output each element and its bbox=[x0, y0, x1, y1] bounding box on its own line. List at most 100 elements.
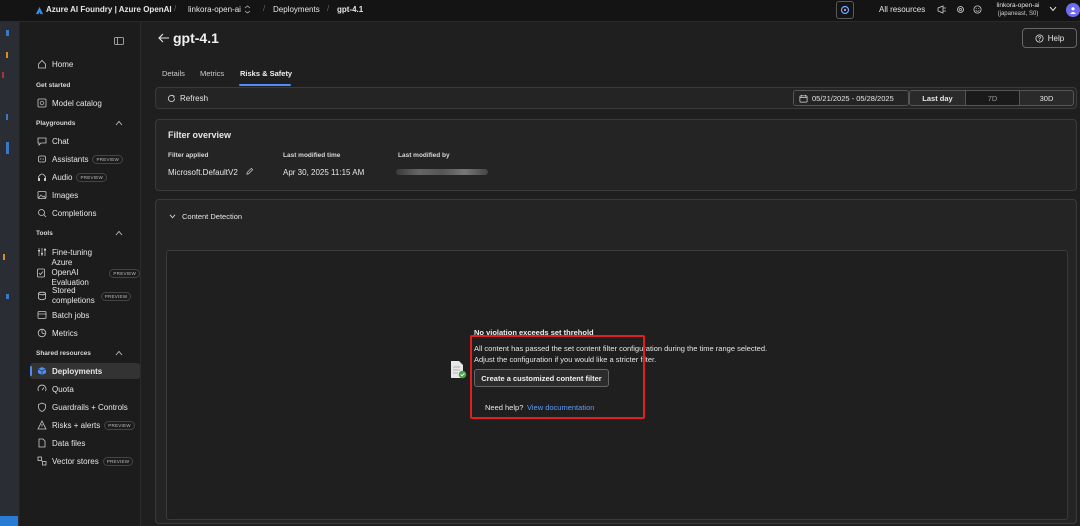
chat-icon bbox=[36, 136, 47, 147]
range-30d[interactable]: 30D bbox=[1019, 90, 1074, 106]
need-help-text: Need help? bbox=[485, 403, 524, 412]
chevron-updown-icon[interactable] bbox=[244, 5, 251, 14]
sidebar-item-label: Data files bbox=[52, 438, 86, 448]
top-bar: Azure AI Foundry | Azure OpenAI / linkor… bbox=[0, 0, 1080, 22]
sidebar-item-vector-stores[interactable]: Vector stores PREVIEW bbox=[30, 453, 140, 469]
tab-metrics[interactable]: Metrics bbox=[200, 69, 224, 78]
sidebar-item-data-files[interactable]: Data files bbox=[30, 435, 140, 451]
copilot-icon[interactable] bbox=[836, 1, 854, 19]
collapse-sidebar-icon[interactable] bbox=[114, 37, 124, 45]
filter-applied-label: Filter applied bbox=[168, 152, 209, 159]
sidebar-item-audio[interactable]: Audio PREVIEW bbox=[30, 169, 140, 185]
separator: / bbox=[263, 4, 266, 13]
all-resources-link[interactable]: All resources bbox=[879, 5, 925, 14]
date-range-label: 05/21/2025 - 05/28/2025 bbox=[812, 93, 894, 103]
evaluation-icon bbox=[36, 268, 46, 279]
sidebar-item-label: completions bbox=[52, 296, 95, 305]
active-tab-indicator bbox=[239, 84, 291, 86]
breadcrumb-project[interactable]: linkora-open-ai bbox=[188, 5, 241, 14]
cube-icon bbox=[36, 366, 47, 377]
range-last-day[interactable]: Last day bbox=[909, 90, 966, 106]
metrics-icon bbox=[36, 328, 47, 339]
sidebar-item-label: Batch jobs bbox=[52, 310, 90, 320]
separator: / bbox=[327, 4, 330, 13]
background-window-strip bbox=[0, 22, 20, 526]
section-shared-resources: Shared resources bbox=[36, 350, 91, 357]
sidebar-item-label: Azure OpenAI bbox=[51, 258, 79, 277]
range-7d[interactable]: 7D bbox=[966, 90, 1019, 106]
sidebar-item-label: Stored bbox=[52, 286, 76, 295]
chevron-down-icon[interactable] bbox=[169, 214, 176, 219]
sidebar-item-risks-alerts[interactable]: Risks + alerts PREVIEW bbox=[30, 417, 140, 433]
preview-badge: PREVIEW bbox=[104, 420, 135, 430]
sidebar-item-label: Guardrails + Controls bbox=[52, 402, 128, 412]
filter-overview-title: Filter overview bbox=[168, 130, 232, 140]
azure-logo-icon bbox=[35, 6, 44, 15]
last-modified-time-value: Apr 30, 2025 11:15 AM bbox=[283, 168, 365, 177]
file-icon bbox=[36, 438, 47, 449]
refresh-button[interactable]: Refresh bbox=[180, 94, 208, 103]
sidebar-item-home[interactable]: Home bbox=[30, 56, 140, 72]
page-title: gpt-4.1 bbox=[173, 30, 219, 46]
sidebar-item-images[interactable]: Images bbox=[30, 187, 140, 203]
sidebar-item-label: Metrics bbox=[52, 328, 78, 338]
sidebar-item-quota[interactable]: Quota bbox=[30, 381, 140, 397]
brand-title[interactable]: Azure AI Foundry | Azure OpenAI bbox=[46, 5, 172, 14]
sidebar-item-label: Risks + alerts bbox=[52, 420, 101, 430]
chevron-up-icon[interactable] bbox=[115, 120, 123, 126]
tab-details[interactable]: Details bbox=[162, 69, 185, 78]
stored-completions-icon bbox=[36, 291, 47, 302]
sidebar-item-stored-completions[interactable]: Stored completions PREVIEW bbox=[30, 285, 140, 307]
main-content: gpt-4.1 Help Details Metrics Risks & Saf… bbox=[141, 22, 1080, 526]
sidebar-item-guardrails-controls[interactable]: Guardrails + Controls bbox=[30, 399, 140, 415]
chevron-up-icon[interactable] bbox=[115, 350, 123, 356]
preview-badge: PREVIEW bbox=[76, 172, 108, 182]
announcement-icon[interactable] bbox=[937, 5, 947, 14]
date-range-picker[interactable]: 05/21/2025 - 05/28/2025 bbox=[793, 90, 909, 106]
fine-tuning-icon bbox=[36, 247, 47, 258]
sidebar-item-metrics[interactable]: Metrics bbox=[30, 325, 140, 341]
account-region: (japaneast, S0) bbox=[997, 11, 1039, 17]
sidebar-item-label: Deployments bbox=[52, 366, 103, 376]
catalog-icon bbox=[36, 98, 47, 109]
sidebar-item-completions[interactable]: Completions bbox=[30, 205, 140, 221]
breadcrumb-deployments[interactable]: Deployments bbox=[273, 5, 320, 14]
sidebar-item-azure-openai-evaluation[interactable]: Azure OpenAI Evaluation PREVIEW bbox=[30, 258, 140, 287]
sidebar-item-batch-jobs[interactable]: Batch jobs bbox=[30, 307, 140, 323]
help-button[interactable]: Help bbox=[1022, 28, 1077, 48]
filter-overview-card: Filter overview Filter applied Microsoft… bbox=[155, 119, 1077, 191]
sidebar-item-label: Chat bbox=[52, 136, 69, 146]
filter-applied-value: Microsoft.DefaultV2 bbox=[168, 168, 238, 177]
avatar[interactable] bbox=[1066, 3, 1080, 17]
smiley-icon[interactable] bbox=[973, 5, 982, 14]
shield-icon bbox=[36, 402, 47, 413]
refresh-icon[interactable] bbox=[167, 94, 176, 103]
chevron-up-icon[interactable] bbox=[115, 230, 123, 236]
home-icon bbox=[36, 59, 47, 70]
tab-risks-safety[interactable]: Risks & Safety bbox=[240, 69, 292, 78]
last-modified-by-label: Last modified by bbox=[398, 152, 450, 159]
document-check-icon bbox=[449, 360, 467, 380]
sidebar-item-label: Quota bbox=[52, 384, 74, 394]
sidebar-item-assistants[interactable]: Assistants PREVIEW bbox=[30, 151, 140, 167]
last-modified-time-label: Last modified time bbox=[283, 152, 341, 159]
sidebar-item-chat[interactable]: Chat bbox=[30, 133, 140, 149]
sidebar-item-deployments[interactable]: Deployments bbox=[30, 363, 140, 379]
sidebar-item-model-catalog[interactable]: Model catalog bbox=[30, 95, 140, 111]
pencil-icon[interactable] bbox=[245, 167, 254, 176]
content-detection-title[interactable]: Content Detection bbox=[182, 212, 242, 221]
redacted-user bbox=[396, 169, 488, 175]
breadcrumb-model[interactable]: gpt-4.1 bbox=[337, 5, 363, 14]
account-name[interactable]: linkora-open-ai bbox=[992, 2, 1044, 9]
chevron-down-icon[interactable] bbox=[1049, 6, 1057, 12]
alert-icon bbox=[36, 420, 47, 431]
back-arrow-icon[interactable] bbox=[158, 33, 170, 43]
image-icon bbox=[36, 190, 47, 201]
view-documentation-link[interactable]: View documentation bbox=[527, 403, 594, 412]
gear-icon[interactable] bbox=[956, 5, 965, 14]
help-label: Help bbox=[1047, 33, 1065, 43]
calendar-icon bbox=[799, 94, 808, 103]
sidebar: Home Get started Model catalog Playgroun… bbox=[20, 22, 141, 526]
section-playgrounds: Playgrounds bbox=[36, 120, 76, 127]
help-icon bbox=[1035, 33, 1044, 43]
